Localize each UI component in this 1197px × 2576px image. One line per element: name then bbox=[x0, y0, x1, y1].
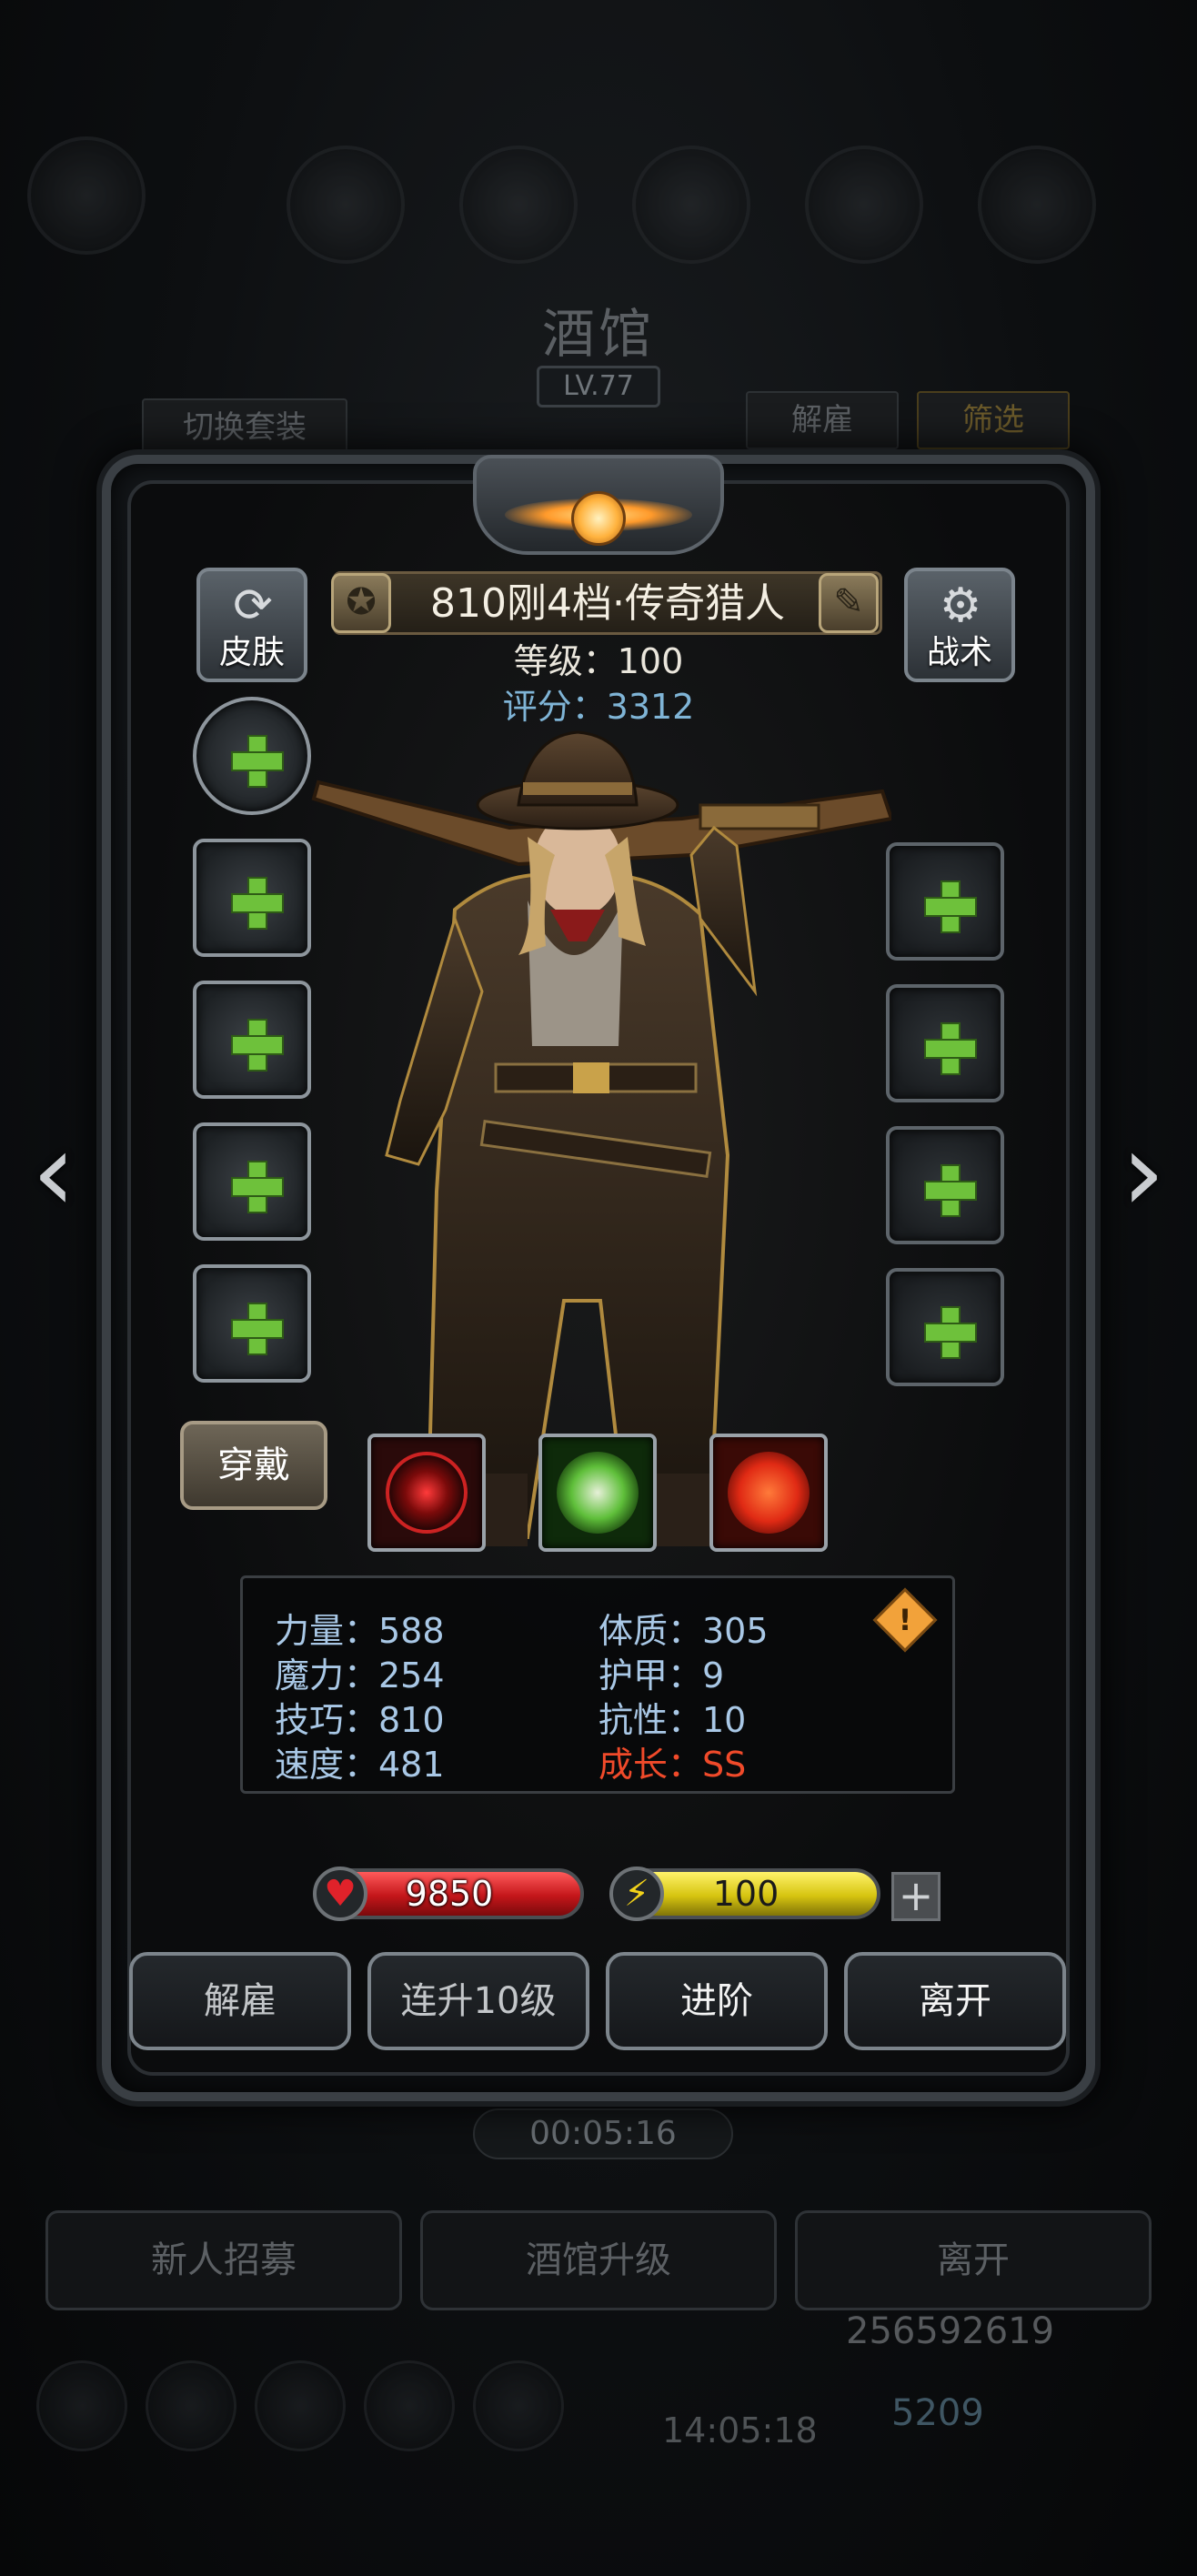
hero-level: 等级：100 bbox=[513, 641, 684, 681]
accessory-slot-2[interactable] bbox=[886, 984, 1004, 1102]
filter-button[interactable]: 筛选 bbox=[917, 391, 1070, 449]
upgrade-10-button[interactable]: 连升10级 bbox=[367, 1952, 589, 2050]
stat-constitution: 体质：305 bbox=[598, 1611, 769, 1651]
new-recruit-button[interactable]: 新人招募 bbox=[45, 2210, 402, 2310]
gold-amount: 256592619 bbox=[846, 2310, 1055, 2352]
wear-button[interactable]: 穿戴 bbox=[180, 1421, 327, 1510]
stat-speed: 速度：481 bbox=[275, 1745, 445, 1785]
add-icon bbox=[229, 1017, 284, 1072]
stat-armor: 护甲：9 bbox=[598, 1655, 725, 1696]
helmet-slot[interactable] bbox=[193, 839, 311, 957]
dock-icon[interactable] bbox=[36, 2360, 127, 2451]
tavern-title: 酒馆 bbox=[541, 303, 655, 365]
category-icon[interactable] bbox=[632, 146, 750, 264]
dock-icon[interactable] bbox=[364, 2360, 455, 2451]
skull-icon bbox=[557, 1452, 639, 1534]
accessory-slot-4[interactable] bbox=[886, 1268, 1004, 1386]
advance-button[interactable]: 进阶 bbox=[606, 1952, 828, 2050]
leave-button[interactable]: 离开 bbox=[844, 1952, 1066, 2050]
add-icon bbox=[922, 1162, 977, 1217]
skill-crosshair[interactable] bbox=[367, 1434, 486, 1552]
stat-growth: 成长：SS bbox=[598, 1745, 747, 1785]
gem-amount: 5209 bbox=[891, 2392, 984, 2434]
hero-name: 810刚4档·传奇猎人 bbox=[430, 580, 785, 627]
add-icon bbox=[922, 1021, 977, 1075]
switch-outfit-button[interactable]: 切换套装 bbox=[142, 398, 347, 457]
medal-icon: ✪ bbox=[331, 573, 391, 633]
top-category-bar bbox=[27, 136, 1164, 264]
red-cross-icon bbox=[728, 1452, 810, 1534]
skill-skull[interactable] bbox=[538, 1434, 657, 1552]
recruit-timer: 00:05:16 bbox=[473, 2108, 733, 2159]
category-icon[interactable] bbox=[978, 146, 1096, 264]
category-icon[interactable] bbox=[805, 146, 923, 264]
add-energy-button[interactable]: + bbox=[891, 1872, 940, 1921]
skill-heal[interactable] bbox=[709, 1434, 828, 1552]
add-icon bbox=[922, 879, 977, 933]
clock-display: 14:05:18 bbox=[662, 2410, 818, 2450]
crosshair-icon bbox=[386, 1452, 468, 1534]
heart-icon: ♥ bbox=[313, 1867, 367, 1921]
armor-slot[interactable] bbox=[193, 981, 311, 1099]
dismiss-button[interactable]: 解雇 bbox=[129, 1952, 351, 2050]
crest-moon-icon bbox=[571, 491, 626, 546]
gear-icon: ⚙ bbox=[939, 579, 982, 633]
add-icon bbox=[229, 1159, 284, 1213]
dock-icon[interactable] bbox=[146, 2360, 236, 2451]
weapon-slot[interactable] bbox=[193, 697, 311, 815]
stat-magic: 魔力：254 bbox=[275, 1655, 445, 1696]
shirt-icon: ⟳ bbox=[233, 579, 273, 633]
add-icon bbox=[922, 1304, 977, 1359]
add-icon bbox=[229, 733, 284, 788]
ring-slot-1[interactable] bbox=[193, 1122, 311, 1241]
tavern-upgrade-button[interactable]: 酒馆升级 bbox=[420, 2210, 777, 2310]
category-icon[interactable] bbox=[27, 136, 146, 255]
category-icon[interactable] bbox=[459, 146, 578, 264]
lightning-icon: ⚡ bbox=[609, 1867, 664, 1921]
add-icon bbox=[229, 875, 284, 930]
category-icon[interactable] bbox=[287, 146, 405, 264]
add-icon bbox=[229, 1301, 284, 1355]
dock-icon[interactable] bbox=[255, 2360, 346, 2451]
dock-icon[interactable] bbox=[473, 2360, 564, 2451]
hero-portrait bbox=[311, 730, 891, 1546]
bg-dismiss-button[interactable]: 解雇 bbox=[746, 391, 899, 449]
stat-resistance: 抗性：10 bbox=[598, 1700, 747, 1740]
tavern-level: LV.77 bbox=[537, 366, 660, 408]
stat-skill: 技巧：810 bbox=[275, 1700, 445, 1740]
edit-name-icon[interactable]: ✎ bbox=[819, 573, 879, 633]
accessory-slot-1[interactable] bbox=[886, 842, 1004, 961]
next-hero-arrow-icon[interactable]: › bbox=[1102, 1119, 1184, 1228]
bg-leave-button[interactable]: 离开 bbox=[795, 2210, 1152, 2310]
stat-strength: 力量：588 bbox=[275, 1611, 445, 1651]
prev-hero-arrow-icon[interactable]: ‹ bbox=[13, 1119, 95, 1228]
ring-slot-2[interactable] bbox=[193, 1264, 311, 1383]
accessory-slot-3[interactable] bbox=[886, 1126, 1004, 1244]
